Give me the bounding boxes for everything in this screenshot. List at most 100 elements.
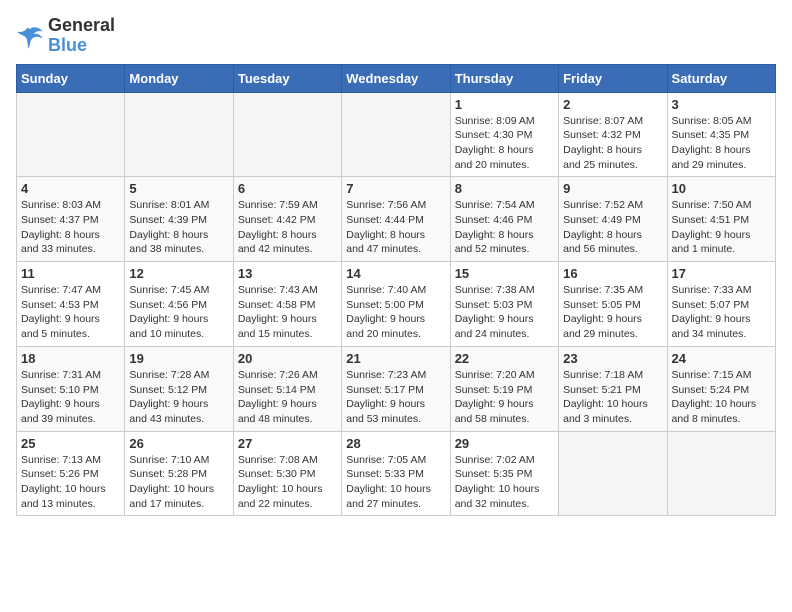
day-info: Sunrise: 7:50 AM Sunset: 4:51 PM Dayligh… bbox=[672, 198, 771, 257]
day-info: Sunrise: 7:13 AM Sunset: 5:26 PM Dayligh… bbox=[21, 453, 120, 512]
calendar-day-cell: 13 Sunrise: 7:43 AM Sunset: 4:58 PM Dayli… bbox=[233, 262, 341, 347]
calendar-day-cell: 28 Sunrise: 7:05 AM Sunset: 5:33 PM Dayli… bbox=[342, 431, 450, 516]
day-info: Sunrise: 8:09 AM Sunset: 4:30 PM Dayligh… bbox=[455, 114, 554, 173]
day-info: Sunrise: 8:01 AM Sunset: 4:39 PM Dayligh… bbox=[129, 198, 228, 257]
day-info: Sunrise: 7:23 AM Sunset: 5:17 PM Dayligh… bbox=[346, 368, 445, 427]
day-number: 20 bbox=[238, 351, 337, 366]
calendar-day-cell: 26 Sunrise: 7:10 AM Sunset: 5:28 PM Dayli… bbox=[125, 431, 233, 516]
logo-text: General Blue bbox=[48, 16, 115, 56]
day-info: Sunrise: 7:38 AM Sunset: 5:03 PM Dayligh… bbox=[455, 283, 554, 342]
day-info: Sunrise: 7:18 AM Sunset: 5:21 PM Dayligh… bbox=[563, 368, 662, 427]
weekday-header: Friday bbox=[559, 64, 667, 92]
calendar-day-cell: 20 Sunrise: 7:26 AM Sunset: 5:14 PM Dayli… bbox=[233, 346, 341, 431]
day-info: Sunrise: 8:07 AM Sunset: 4:32 PM Dayligh… bbox=[563, 114, 662, 173]
day-info: Sunrise: 7:54 AM Sunset: 4:46 PM Dayligh… bbox=[455, 198, 554, 257]
page-header: General Blue bbox=[16, 16, 776, 56]
calendar-day-cell: 14Sunrise: 7:40 AM Sunset: 5:00 PM Dayli… bbox=[342, 262, 450, 347]
day-info: Sunrise: 7:08 AM Sunset: 5:30 PM Dayligh… bbox=[238, 453, 337, 512]
day-number: 10 bbox=[672, 181, 771, 196]
calendar-day-cell bbox=[667, 431, 775, 516]
day-info: Sunrise: 7:02 AM Sunset: 5:35 PM Dayligh… bbox=[455, 453, 554, 512]
weekday-header: Tuesday bbox=[233, 64, 341, 92]
calendar-day-cell bbox=[559, 431, 667, 516]
day-number: 19 bbox=[129, 351, 228, 366]
calendar-day-cell: 23 Sunrise: 7:18 AM Sunset: 5:21 PM Dayli… bbox=[559, 346, 667, 431]
calendar-table: SundayMondayTuesdayWednesdayThursdayFrid… bbox=[16, 64, 776, 517]
day-number: 22 bbox=[455, 351, 554, 366]
calendar-day-cell: 24Sunrise: 7:15 AM Sunset: 5:24 PM Dayli… bbox=[667, 346, 775, 431]
day-info: Sunrise: 8:05 AM Sunset: 4:35 PM Dayligh… bbox=[672, 114, 771, 173]
calendar-day-cell: 7Sunrise: 7:56 AM Sunset: 4:44 PM Daylig… bbox=[342, 177, 450, 262]
day-number: 21 bbox=[346, 351, 445, 366]
calendar-day-cell bbox=[17, 92, 125, 177]
day-number: 17 bbox=[672, 266, 771, 281]
day-number: 12 bbox=[129, 266, 228, 281]
day-info: Sunrise: 7:52 AM Sunset: 4:49 PM Dayligh… bbox=[563, 198, 662, 257]
calendar-day-cell: 15 Sunrise: 7:38 AM Sunset: 5:03 PM Dayli… bbox=[450, 262, 558, 347]
calendar-week-row: 4 Sunrise: 8:03 AM Sunset: 4:37 PM Daylig… bbox=[17, 177, 776, 262]
calendar-day-cell: 19 Sunrise: 7:28 AM Sunset: 5:12 PM Dayli… bbox=[125, 346, 233, 431]
day-info: Sunrise: 7:45 AM Sunset: 4:56 PM Dayligh… bbox=[129, 283, 228, 342]
logo-bird-icon bbox=[16, 22, 44, 50]
day-number: 6 bbox=[238, 181, 337, 196]
day-info: Sunrise: 7:10 AM Sunset: 5:28 PM Dayligh… bbox=[129, 453, 228, 512]
day-number: 28 bbox=[346, 436, 445, 451]
weekday-header: Thursday bbox=[450, 64, 558, 92]
day-info: Sunrise: 7:35 AM Sunset: 5:05 PM Dayligh… bbox=[563, 283, 662, 342]
day-number: 9 bbox=[563, 181, 662, 196]
calendar-week-row: 18 Sunrise: 7:31 AM Sunset: 5:10 PM Dayli… bbox=[17, 346, 776, 431]
day-number: 11 bbox=[21, 266, 120, 281]
calendar-day-cell: 3 Sunrise: 8:05 AM Sunset: 4:35 PM Daylig… bbox=[667, 92, 775, 177]
day-number: 29 bbox=[455, 436, 554, 451]
day-number: 13 bbox=[238, 266, 337, 281]
calendar-day-cell: 11Sunrise: 7:47 AM Sunset: 4:53 PM Dayli… bbox=[17, 262, 125, 347]
day-number: 7 bbox=[346, 181, 445, 196]
calendar-day-cell bbox=[233, 92, 341, 177]
day-info: Sunrise: 7:33 AM Sunset: 5:07 PM Dayligh… bbox=[672, 283, 771, 342]
calendar-day-cell: 22 Sunrise: 7:20 AM Sunset: 5:19 PM Dayli… bbox=[450, 346, 558, 431]
day-number: 2 bbox=[563, 97, 662, 112]
day-number: 5 bbox=[129, 181, 228, 196]
calendar-day-cell: 10 Sunrise: 7:50 AM Sunset: 4:51 PM Dayli… bbox=[667, 177, 775, 262]
calendar-day-cell: 27Sunrise: 7:08 AM Sunset: 5:30 PM Dayli… bbox=[233, 431, 341, 516]
weekday-header: Wednesday bbox=[342, 64, 450, 92]
calendar-day-cell: 5 Sunrise: 8:01 AM Sunset: 4:39 PM Daylig… bbox=[125, 177, 233, 262]
day-info: Sunrise: 7:31 AM Sunset: 5:10 PM Dayligh… bbox=[21, 368, 120, 427]
day-number: 3 bbox=[672, 97, 771, 112]
calendar-day-cell: 25 Sunrise: 7:13 AM Sunset: 5:26 PM Dayli… bbox=[17, 431, 125, 516]
day-number: 15 bbox=[455, 266, 554, 281]
day-info: Sunrise: 7:15 AM Sunset: 5:24 PM Dayligh… bbox=[672, 368, 771, 427]
calendar-day-cell: 6 Sunrise: 7:59 AM Sunset: 4:42 PM Daylig… bbox=[233, 177, 341, 262]
day-number: 23 bbox=[563, 351, 662, 366]
day-info: Sunrise: 7:26 AM Sunset: 5:14 PM Dayligh… bbox=[238, 368, 337, 427]
calendar-day-cell: 1 Sunrise: 8:09 AM Sunset: 4:30 PM Daylig… bbox=[450, 92, 558, 177]
day-info: Sunrise: 7:05 AM Sunset: 5:33 PM Dayligh… bbox=[346, 453, 445, 512]
day-info: Sunrise: 7:43 AM Sunset: 4:58 PM Dayligh… bbox=[238, 283, 337, 342]
logo: General Blue bbox=[16, 16, 115, 56]
calendar-week-row: 25 Sunrise: 7:13 AM Sunset: 5:26 PM Dayli… bbox=[17, 431, 776, 516]
calendar-day-cell: 2 Sunrise: 8:07 AM Sunset: 4:32 PM Daylig… bbox=[559, 92, 667, 177]
day-number: 1 bbox=[455, 97, 554, 112]
calendar-day-cell bbox=[342, 92, 450, 177]
day-info: Sunrise: 7:28 AM Sunset: 5:12 PM Dayligh… bbox=[129, 368, 228, 427]
calendar-day-cell: 18 Sunrise: 7:31 AM Sunset: 5:10 PM Dayli… bbox=[17, 346, 125, 431]
weekday-header: Monday bbox=[125, 64, 233, 92]
calendar-day-cell: 29 Sunrise: 7:02 AM Sunset: 5:35 PM Dayli… bbox=[450, 431, 558, 516]
day-number: 4 bbox=[21, 181, 120, 196]
calendar-day-cell bbox=[125, 92, 233, 177]
day-number: 18 bbox=[21, 351, 120, 366]
day-number: 26 bbox=[129, 436, 228, 451]
calendar-day-cell: 16 Sunrise: 7:35 AM Sunset: 5:05 PM Dayli… bbox=[559, 262, 667, 347]
day-info: Sunrise: 7:40 AM Sunset: 5:00 PM Dayligh… bbox=[346, 283, 445, 342]
calendar-day-cell: 17 Sunrise: 7:33 AM Sunset: 5:07 PM Dayli… bbox=[667, 262, 775, 347]
calendar-day-cell: 9 Sunrise: 7:52 AM Sunset: 4:49 PM Daylig… bbox=[559, 177, 667, 262]
day-number: 8 bbox=[455, 181, 554, 196]
day-number: 16 bbox=[563, 266, 662, 281]
day-info: Sunrise: 7:20 AM Sunset: 5:19 PM Dayligh… bbox=[455, 368, 554, 427]
day-info: Sunrise: 8:03 AM Sunset: 4:37 PM Dayligh… bbox=[21, 198, 120, 257]
calendar-day-cell: 4 Sunrise: 8:03 AM Sunset: 4:37 PM Daylig… bbox=[17, 177, 125, 262]
day-info: Sunrise: 7:59 AM Sunset: 4:42 PM Dayligh… bbox=[238, 198, 337, 257]
calendar-week-row: 1 Sunrise: 8:09 AM Sunset: 4:30 PM Daylig… bbox=[17, 92, 776, 177]
weekday-header: Sunday bbox=[17, 64, 125, 92]
day-number: 25 bbox=[21, 436, 120, 451]
